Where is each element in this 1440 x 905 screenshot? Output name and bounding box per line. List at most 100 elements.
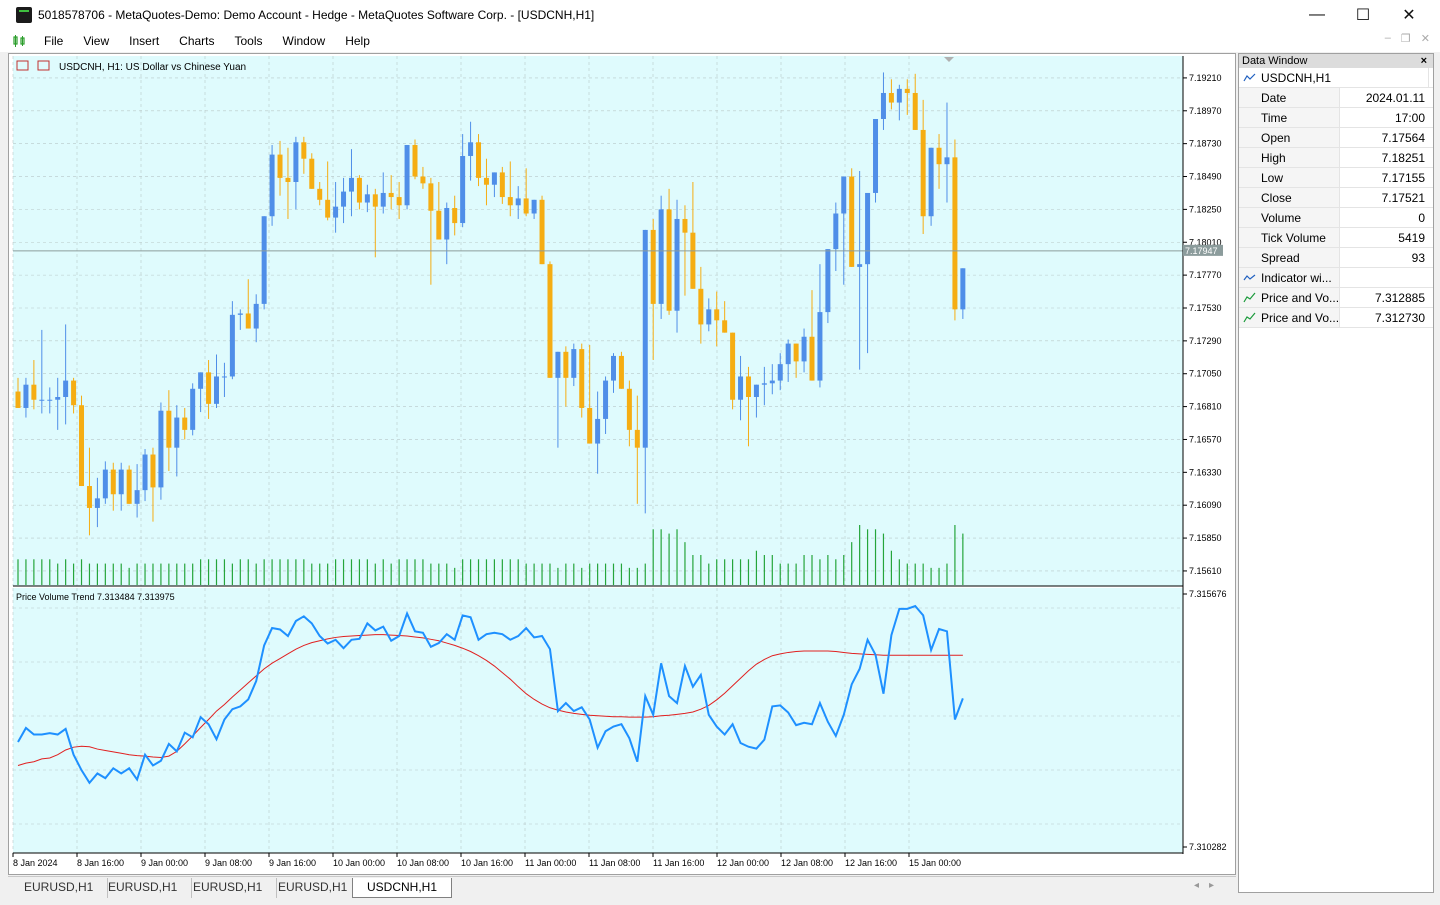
candle-body	[809, 336, 815, 381]
price-axis-label: 7.16570	[1189, 434, 1222, 444]
candle-body	[698, 288, 704, 325]
data-window-close-button[interactable]: ×	[1421, 54, 1427, 68]
data-window-row[interactable]: High 7.18251	[1239, 148, 1433, 168]
candle-body	[253, 303, 259, 329]
candle-body	[579, 349, 585, 408]
data-window-row[interactable]: Spread 93	[1239, 248, 1433, 268]
candle-body	[603, 380, 609, 419]
data-window-row[interactable]: Low 7.17155	[1239, 168, 1433, 188]
menu-bar: File View Insert Charts Tools Window Hel…	[0, 30, 1440, 52]
time-axis-label: 10 Jan 08:00	[397, 858, 449, 868]
data-window-indicator-value	[1340, 268, 1429, 287]
menu-insert[interactable]: Insert	[119, 30, 169, 52]
price-axis-label: 7.17770	[1189, 270, 1222, 280]
chart-tabs-bar: EURUSD,H1 EURUSD,H1 EURUSD,H1 EURUSD,H1 …	[8, 876, 1236, 898]
candle-body	[86, 486, 92, 508]
candle-body	[396, 197, 402, 206]
candle-body	[738, 376, 744, 400]
time-axis-label: 8 Jan 2024	[13, 858, 58, 868]
mdi-window-controls: ‒ ❐ ✕	[1385, 32, 1430, 45]
candle-body	[134, 490, 140, 504]
candle-body	[221, 376, 227, 378]
menu-tools[interactable]: Tools	[225, 30, 273, 52]
candle-body	[261, 216, 267, 304]
candle-body	[229, 314, 235, 377]
candle-body	[920, 129, 926, 217]
data-window-rows: Date 2024.01.11 Time 17:00 Open 7.17564 High 7.…	[1239, 88, 1433, 268]
candle-body	[436, 210, 442, 240]
data-window-row-value: 7.17521	[1381, 191, 1425, 205]
current-price-label: 7.17947	[1185, 246, 1218, 256]
menu-help[interactable]: Help	[335, 30, 380, 52]
candle-body	[523, 198, 529, 214]
menu-file[interactable]: File	[34, 30, 73, 52]
candle-body	[150, 454, 156, 488]
main-plot-background	[13, 56, 1183, 586]
data-window-indicator-value: 7.312730	[1374, 311, 1425, 325]
candle-body	[317, 188, 323, 200]
data-window-row-label: Volume	[1239, 208, 1340, 227]
candle-body	[245, 313, 251, 329]
data-window-symbol: USDCNH,H1	[1261, 71, 1332, 85]
candle-body	[356, 177, 362, 203]
chart-canvas[interactable]: 7.192107.189707.187307.184907.182507.180…	[9, 54, 1235, 874]
menu-charts[interactable]: Charts	[169, 30, 224, 52]
candle-body	[126, 469, 132, 504]
indicator-window-icon	[1243, 274, 1256, 281]
candle-body	[730, 332, 736, 400]
title-bar: 5018578706 - MetaQuotes-Demo: Demo Accou…	[0, 0, 1440, 30]
time-axis-label: 10 Jan 00:00	[333, 858, 385, 868]
candle-body	[420, 176, 426, 184]
candle-body	[198, 372, 204, 389]
candle-body	[912, 92, 918, 130]
data-window-row-label: Low	[1239, 168, 1340, 187]
tab-eurusd-3[interactable]: EURUSD,H1	[179, 878, 278, 898]
data-window-indicator-label: Price and Vo...	[1261, 311, 1340, 325]
data-window-indicator-row[interactable]: Price and Vo... 7.312885	[1239, 288, 1433, 308]
price-axis: 7.192107.189707.187307.184907.182507.180…	[1183, 73, 1222, 576]
data-window-row[interactable]: Tick Volume 5419	[1239, 228, 1433, 248]
candle-body	[452, 208, 458, 224]
data-window-indicator-row[interactable]: Indicator wi...	[1239, 268, 1433, 288]
data-window-row[interactable]: Close 7.17521	[1239, 188, 1433, 208]
candle-body	[642, 229, 648, 448]
candle-body	[841, 176, 847, 214]
candle-body	[745, 376, 751, 398]
tab-scroll-arrows[interactable]: ◂▸	[1194, 880, 1224, 891]
data-window-row[interactable]: Volume 0	[1239, 208, 1433, 228]
price-axis-label: 7.16330	[1189, 467, 1222, 477]
data-window-indicator-row[interactable]: Price and Vo... 7.312730	[1239, 308, 1433, 328]
chart-menu-icon[interactable]	[12, 33, 34, 49]
close-button[interactable]: ✕	[1386, 0, 1432, 30]
maximize-button[interactable]: ☐	[1340, 0, 1386, 30]
time-axis-label: 9 Jan 00:00	[141, 858, 188, 868]
candle-body	[563, 351, 569, 378]
tab-usdcnh[interactable]: USDCNH,H1	[352, 878, 453, 898]
indicator-axis-label: 7.310282	[1189, 842, 1227, 852]
candle-body	[269, 154, 275, 217]
tab-eurusd-4[interactable]: EURUSD,H1	[264, 878, 363, 898]
candle-body	[555, 351, 561, 378]
data-window-symbol-row[interactable]: USDCNH,H1	[1239, 68, 1433, 88]
price-axis-label: 7.18970	[1189, 106, 1222, 116]
price-axis-label: 7.16090	[1189, 500, 1222, 510]
mdi-minimize-icon[interactable]: ‒	[1385, 32, 1391, 45]
candle-body	[348, 177, 354, 192]
candle-body	[293, 142, 299, 182]
data-window-row[interactable]: Open 7.17564	[1239, 128, 1433, 148]
candle-body	[102, 469, 108, 499]
data-window-row[interactable]: Date 2024.01.11	[1239, 88, 1433, 108]
menu-window[interactable]: Window	[273, 30, 336, 52]
candle-body	[404, 145, 410, 206]
chart-window[interactable]: 7.19210 7.18970 7.18730 7.18490 7.18250 7.180…	[8, 53, 1236, 875]
time-axis-label: 12 Jan 08:00	[781, 858, 833, 868]
candle-body	[888, 92, 894, 103]
mdi-restore-icon[interactable]: ❐	[1401, 32, 1411, 45]
minimize-button[interactable]: —	[1294, 0, 1340, 30]
mdi-close-icon[interactable]: ✕	[1421, 32, 1430, 45]
tab-eurusd-2[interactable]: EURUSD,H1	[94, 878, 193, 898]
data-window-row[interactable]: Time 17:00	[1239, 108, 1433, 128]
menu-view[interactable]: View	[73, 30, 119, 52]
price-axis-label: 7.18730	[1189, 139, 1222, 149]
candle-body	[539, 199, 545, 265]
